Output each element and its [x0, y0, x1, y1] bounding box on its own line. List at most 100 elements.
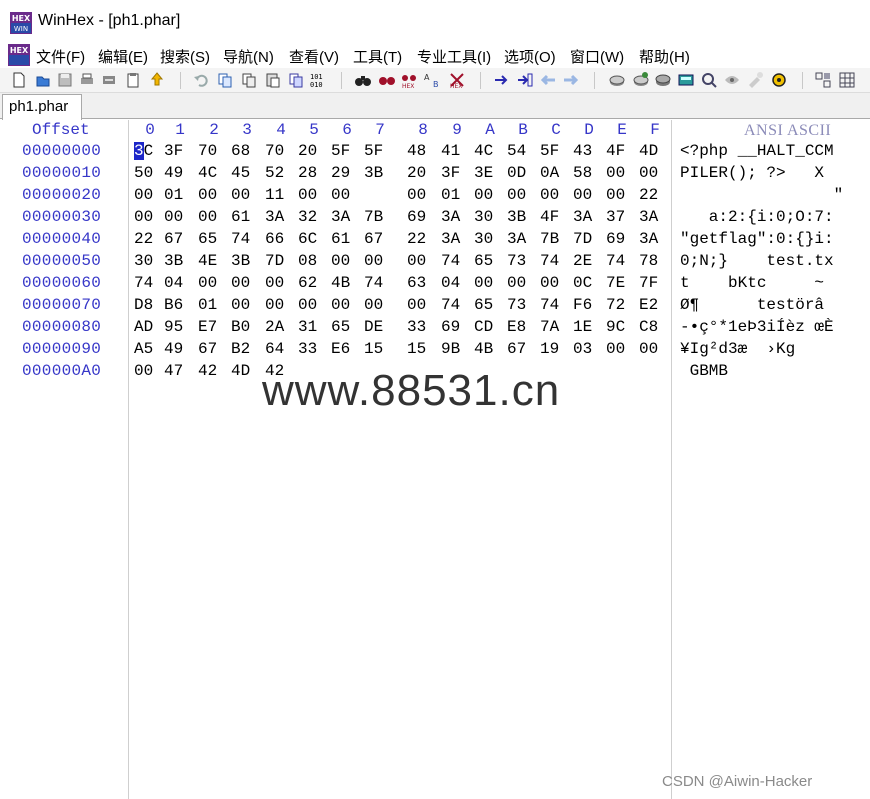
hex-byte[interactable]: 01: [198, 296, 220, 314]
hex-byte[interactable]: 31: [298, 318, 320, 336]
hex-byte[interactable]: 15: [364, 340, 386, 358]
hex-byte[interactable]: 00: [407, 296, 429, 314]
drive-icon[interactable]: [654, 71, 672, 89]
tools-icon[interactable]: [746, 71, 764, 89]
document-menu-icon[interactable]: HEX: [8, 44, 30, 66]
menu-navigate[interactable]: 导航(N): [223, 46, 274, 67]
hex-byte[interactable]: 74: [441, 252, 463, 270]
row-offset[interactable]: 00000090: [22, 340, 101, 358]
hex-byte[interactable]: 3A: [507, 230, 529, 248]
hex-byte[interactable]: 4E: [198, 252, 220, 270]
undo-icon[interactable]: [192, 71, 210, 89]
replace-icon[interactable]: HEX: [400, 71, 418, 89]
row-offset[interactable]: 000000A0: [22, 362, 101, 380]
hex-byte[interactable]: E8: [507, 318, 529, 336]
hex-byte[interactable]: 00: [231, 274, 253, 292]
hex-byte[interactable]: 2E: [573, 252, 595, 270]
hex-byte[interactable]: 20: [298, 142, 320, 160]
hex-byte[interactable]: 00: [606, 164, 628, 182]
hex-byte[interactable]: 3A: [441, 230, 463, 248]
hex-byte[interactable]: 61: [331, 230, 353, 248]
hex-byte[interactable]: 3A: [441, 208, 463, 226]
hex-byte[interactable]: 00: [507, 186, 529, 204]
hex-byte[interactable]: 01: [164, 186, 186, 204]
hex-byte[interactable]: 0D: [507, 164, 529, 182]
hex-byte[interactable]: D8: [134, 296, 156, 314]
hex-byte[interactable]: 00: [331, 252, 353, 270]
hex-byte[interactable]: 19: [540, 340, 562, 358]
hex-byte[interactable]: 72: [606, 296, 628, 314]
hex-byte[interactable]: 62: [298, 274, 320, 292]
hex-byte[interactable]: 15: [407, 340, 429, 358]
hex-byte[interactable]: 54: [507, 142, 529, 160]
hex-byte[interactable]: 30: [134, 252, 156, 270]
row-offset[interactable]: 00000080: [22, 318, 101, 336]
menu-tools[interactable]: 工具(T): [353, 46, 402, 67]
menu-file[interactable]: 文件(F): [36, 46, 85, 67]
row-offset[interactable]: 00000030: [22, 208, 101, 226]
hex-byte[interactable]: 0C: [573, 274, 595, 292]
hex-byte[interactable]: 41: [441, 142, 463, 160]
hex-byte[interactable]: 3C: [134, 142, 156, 160]
hex-byte[interactable]: 7B: [540, 230, 562, 248]
hex-byte[interactable]: 2A: [265, 318, 287, 336]
hex-byte[interactable]: 00: [606, 340, 628, 358]
hex-byte[interactable]: 5F: [364, 142, 386, 160]
hex-byte[interactable]: 00: [474, 274, 496, 292]
hex-byte[interactable]: 00: [134, 186, 156, 204]
hex-byte[interactable]: 7D: [265, 252, 287, 270]
hex-byte[interactable]: 67: [507, 340, 529, 358]
ascii-text[interactable]: -•ç°*1eÞ3iÍèz œÈ: [680, 318, 862, 336]
hex-byte[interactable]: 61: [231, 208, 253, 226]
hex-byte[interactable]: 00: [331, 296, 353, 314]
hex-byte[interactable]: 00: [331, 186, 353, 204]
find-icon[interactable]: [354, 71, 372, 89]
hex-byte[interactable]: 9B: [441, 340, 463, 358]
hex-byte[interactable]: 1E: [573, 318, 595, 336]
goto-offset-icon[interactable]: [493, 71, 511, 89]
hex-byte[interactable]: 3A: [265, 208, 287, 226]
hex-byte[interactable]: 78: [639, 252, 661, 270]
hex-byte[interactable]: 0A: [540, 164, 562, 182]
goto-marker-icon[interactable]: [516, 71, 534, 89]
hex-byte[interactable]: 95: [164, 318, 186, 336]
hex-byte[interactable]: 00: [407, 186, 429, 204]
hex-byte[interactable]: B2: [231, 340, 253, 358]
hex-byte[interactable]: 5F: [331, 142, 353, 160]
hex-byte[interactable]: B0: [231, 318, 253, 336]
paste-block-icon[interactable]: [287, 71, 305, 89]
hex-byte[interactable]: 00: [639, 340, 661, 358]
hex-byte[interactable]: 00: [364, 296, 386, 314]
ram-icon[interactable]: [632, 71, 650, 89]
hex-byte[interactable]: 22: [134, 230, 156, 248]
hex-byte[interactable]: 4F: [540, 208, 562, 226]
upload-icon[interactable]: [148, 71, 166, 89]
view-icon[interactable]: [723, 71, 741, 89]
hex-byte[interactable]: 9C: [606, 318, 628, 336]
hex-byte[interactable]: 74: [441, 296, 463, 314]
ascii-text[interactable]: <?php __HALT_CCM: [680, 142, 862, 160]
ascii-text[interactable]: "getflag":0:{}i:: [680, 230, 862, 248]
forward-icon[interactable]: [562, 71, 580, 89]
hex-byte[interactable]: 4F: [606, 142, 628, 160]
hex-byte[interactable]: 3B: [164, 252, 186, 270]
hex-byte[interactable]: CD: [474, 318, 496, 336]
menu-edit[interactable]: 编辑(E): [98, 46, 148, 67]
ascii-text[interactable]: ": [680, 186, 862, 204]
ascii-text[interactable]: GBMB: [680, 362, 862, 380]
hex-byte[interactable]: 74: [540, 252, 562, 270]
hex-byte[interactable]: 00: [265, 296, 287, 314]
hex-byte[interactable]: 00: [474, 186, 496, 204]
hex-byte[interactable]: 32: [298, 208, 320, 226]
settings-icon[interactable]: [814, 71, 832, 89]
hex-byte[interactable]: 52: [265, 164, 287, 182]
hex-byte[interactable]: 22: [407, 230, 429, 248]
hex-byte[interactable]: 49: [164, 164, 186, 182]
hex-byte[interactable]: 73: [507, 296, 529, 314]
hex-byte[interactable]: 69: [407, 208, 429, 226]
ascii-text[interactable]: Ø¶ testörâ: [680, 296, 862, 314]
row-offset[interactable]: 00000040: [22, 230, 101, 248]
menu-help[interactable]: 帮助(H): [639, 46, 690, 67]
ascii-text[interactable]: ¥Ig²d3æ ›Kg: [680, 340, 862, 358]
hex-byte[interactable]: 37: [606, 208, 628, 226]
